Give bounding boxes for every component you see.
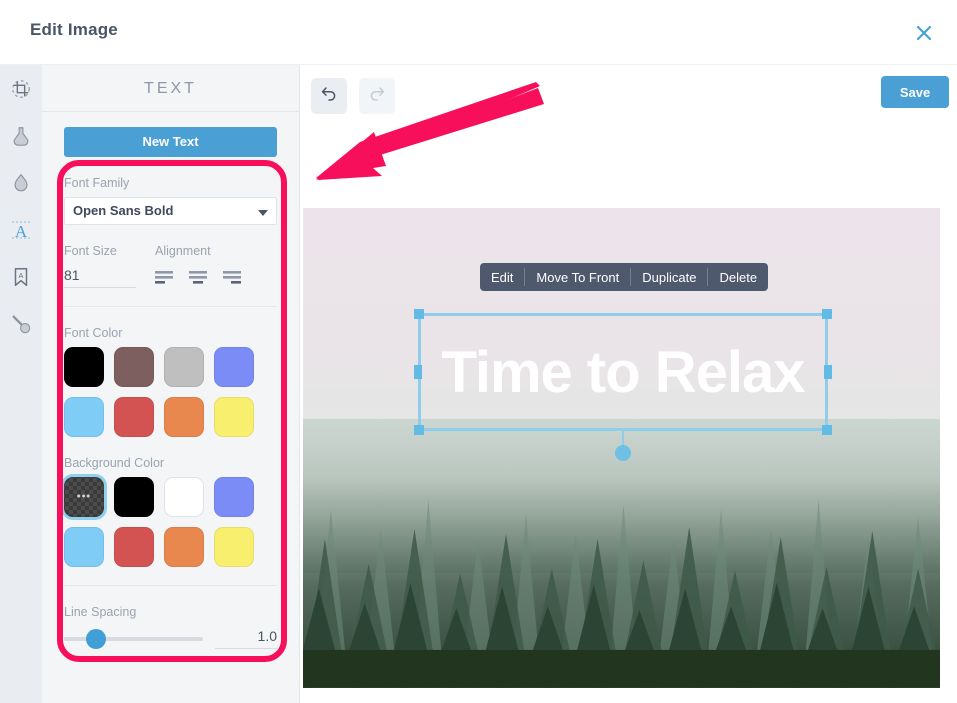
redo-icon bbox=[368, 85, 386, 108]
context-menu-item-move-to-front[interactable]: Move To Front bbox=[525, 263, 630, 291]
size-align-row: Font Size Alignment bbox=[64, 244, 277, 288]
selection-frame bbox=[418, 313, 828, 431]
edit-image-dialog: Edit Image A A TEXT New Text Font Family… bbox=[0, 0, 957, 703]
align-left-icon[interactable] bbox=[155, 269, 173, 285]
align-right-icon[interactable] bbox=[223, 269, 241, 285]
font-color-swatch[interactable] bbox=[164, 397, 204, 437]
editor-area: Save Edit Move To Front Duplicate Delete… bbox=[300, 65, 957, 703]
background-color-swatch[interactable] bbox=[164, 477, 204, 517]
sidebar-item-text[interactable]: A bbox=[0, 206, 42, 253]
divider-1 bbox=[64, 306, 277, 307]
background-color-swatch[interactable] bbox=[114, 477, 154, 517]
resize-handle-middle-right[interactable] bbox=[824, 365, 832, 379]
sidebar-item-stickers[interactable]: A bbox=[0, 253, 42, 300]
background-color-swatch[interactable] bbox=[214, 477, 254, 517]
font-family-select[interactable]: Open Sans Bold bbox=[64, 197, 277, 225]
chevron-down-icon bbox=[258, 210, 268, 216]
editor-toolbar: Save bbox=[300, 65, 957, 127]
rotate-handle[interactable] bbox=[615, 445, 631, 461]
background-color-swatch[interactable] bbox=[214, 527, 254, 567]
flask-icon bbox=[10, 125, 32, 147]
font-color-group: Font Color bbox=[64, 326, 277, 437]
font-size-input[interactable] bbox=[64, 265, 136, 288]
font-color-swatch[interactable] bbox=[214, 397, 254, 437]
tool-rail: A A bbox=[0, 65, 42, 703]
font-size-label: Font Size bbox=[64, 244, 117, 258]
save-button[interactable]: Save bbox=[881, 76, 949, 108]
line-spacing-value[interactable]: 1.0 bbox=[215, 628, 277, 649]
font-color-swatch[interactable] bbox=[114, 347, 154, 387]
font-color-swatch[interactable] bbox=[64, 347, 104, 387]
undo-icon bbox=[320, 85, 338, 108]
font-family-group: Font Family Open Sans Bold bbox=[64, 176, 277, 225]
image-canvas[interactable]: Edit Move To Front Duplicate Delete Time… bbox=[303, 208, 940, 688]
line-spacing-slider-thumb[interactable] bbox=[86, 628, 106, 649]
font-color-swatch[interactable] bbox=[164, 347, 204, 387]
font-color-label: Font Color bbox=[64, 326, 123, 340]
background-color-swatches bbox=[64, 477, 277, 567]
context-menu-item-delete[interactable]: Delete bbox=[708, 263, 768, 291]
object-context-menu: Edit Move To Front Duplicate Delete bbox=[480, 263, 769, 291]
resize-handle-top-right[interactable] bbox=[822, 309, 832, 319]
divider-2 bbox=[64, 585, 277, 586]
crop-icon bbox=[10, 78, 32, 100]
sticker-icon: A bbox=[10, 266, 32, 288]
brush-icon bbox=[10, 313, 32, 335]
dialog-titlebar: Edit Image bbox=[0, 0, 957, 65]
font-color-swatch[interactable] bbox=[214, 347, 254, 387]
background-color-swatch[interactable] bbox=[114, 527, 154, 567]
sidebar-item-crop[interactable] bbox=[0, 65, 42, 112]
close-icon[interactable] bbox=[909, 18, 939, 48]
align-center-icon[interactable] bbox=[189, 269, 207, 285]
panel-title: TEXT bbox=[42, 65, 299, 112]
text-icon: A bbox=[9, 218, 33, 242]
line-spacing-label: Line Spacing bbox=[64, 605, 137, 619]
background-color-swatch[interactable] bbox=[164, 527, 204, 567]
sidebar-item-draw[interactable] bbox=[0, 300, 42, 347]
canvas-text-object[interactable]: Time to Relax bbox=[414, 309, 832, 461]
svg-text:A: A bbox=[15, 222, 28, 241]
undo-button[interactable] bbox=[311, 78, 347, 114]
droplet-icon bbox=[10, 172, 32, 194]
page-title: Edit Image bbox=[30, 20, 118, 39]
background-color-label: Background Color bbox=[64, 456, 165, 470]
sidebar-item-adjust[interactable] bbox=[0, 159, 42, 206]
svg-text:A: A bbox=[19, 270, 24, 279]
resize-handle-top-left[interactable] bbox=[414, 309, 424, 319]
font-color-swatch[interactable] bbox=[64, 397, 104, 437]
redo-button[interactable] bbox=[359, 78, 395, 114]
context-menu-item-duplicate[interactable]: Duplicate bbox=[631, 263, 707, 291]
new-text-button[interactable]: New Text bbox=[64, 127, 277, 157]
font-family-label: Font Family bbox=[64, 176, 130, 190]
line-spacing-slider[interactable] bbox=[64, 628, 204, 649]
font-color-swatches bbox=[64, 347, 277, 437]
context-menu-item-edit[interactable]: Edit bbox=[480, 263, 524, 291]
font-family-value: Open Sans Bold bbox=[73, 203, 174, 218]
background-color-swatch-transparent[interactable] bbox=[64, 477, 104, 517]
text-options-panel: TEXT New Text Font Family Open Sans Bold… bbox=[42, 65, 300, 703]
alignment-label: Alignment bbox=[155, 244, 211, 258]
alignment-group: Alignment bbox=[152, 244, 277, 288]
background-color-swatch[interactable] bbox=[64, 527, 104, 567]
line-spacing-group: Line Spacing 1.0 bbox=[64, 605, 277, 649]
resize-handle-bottom-right[interactable] bbox=[822, 425, 832, 435]
resize-handle-bottom-left[interactable] bbox=[414, 425, 424, 435]
font-size-group: Font Size bbox=[64, 244, 152, 288]
background-color-group: Background Color bbox=[64, 456, 277, 567]
font-color-swatch[interactable] bbox=[114, 397, 154, 437]
resize-handle-middle-left[interactable] bbox=[414, 365, 422, 379]
sidebar-item-filters[interactable] bbox=[0, 112, 42, 159]
